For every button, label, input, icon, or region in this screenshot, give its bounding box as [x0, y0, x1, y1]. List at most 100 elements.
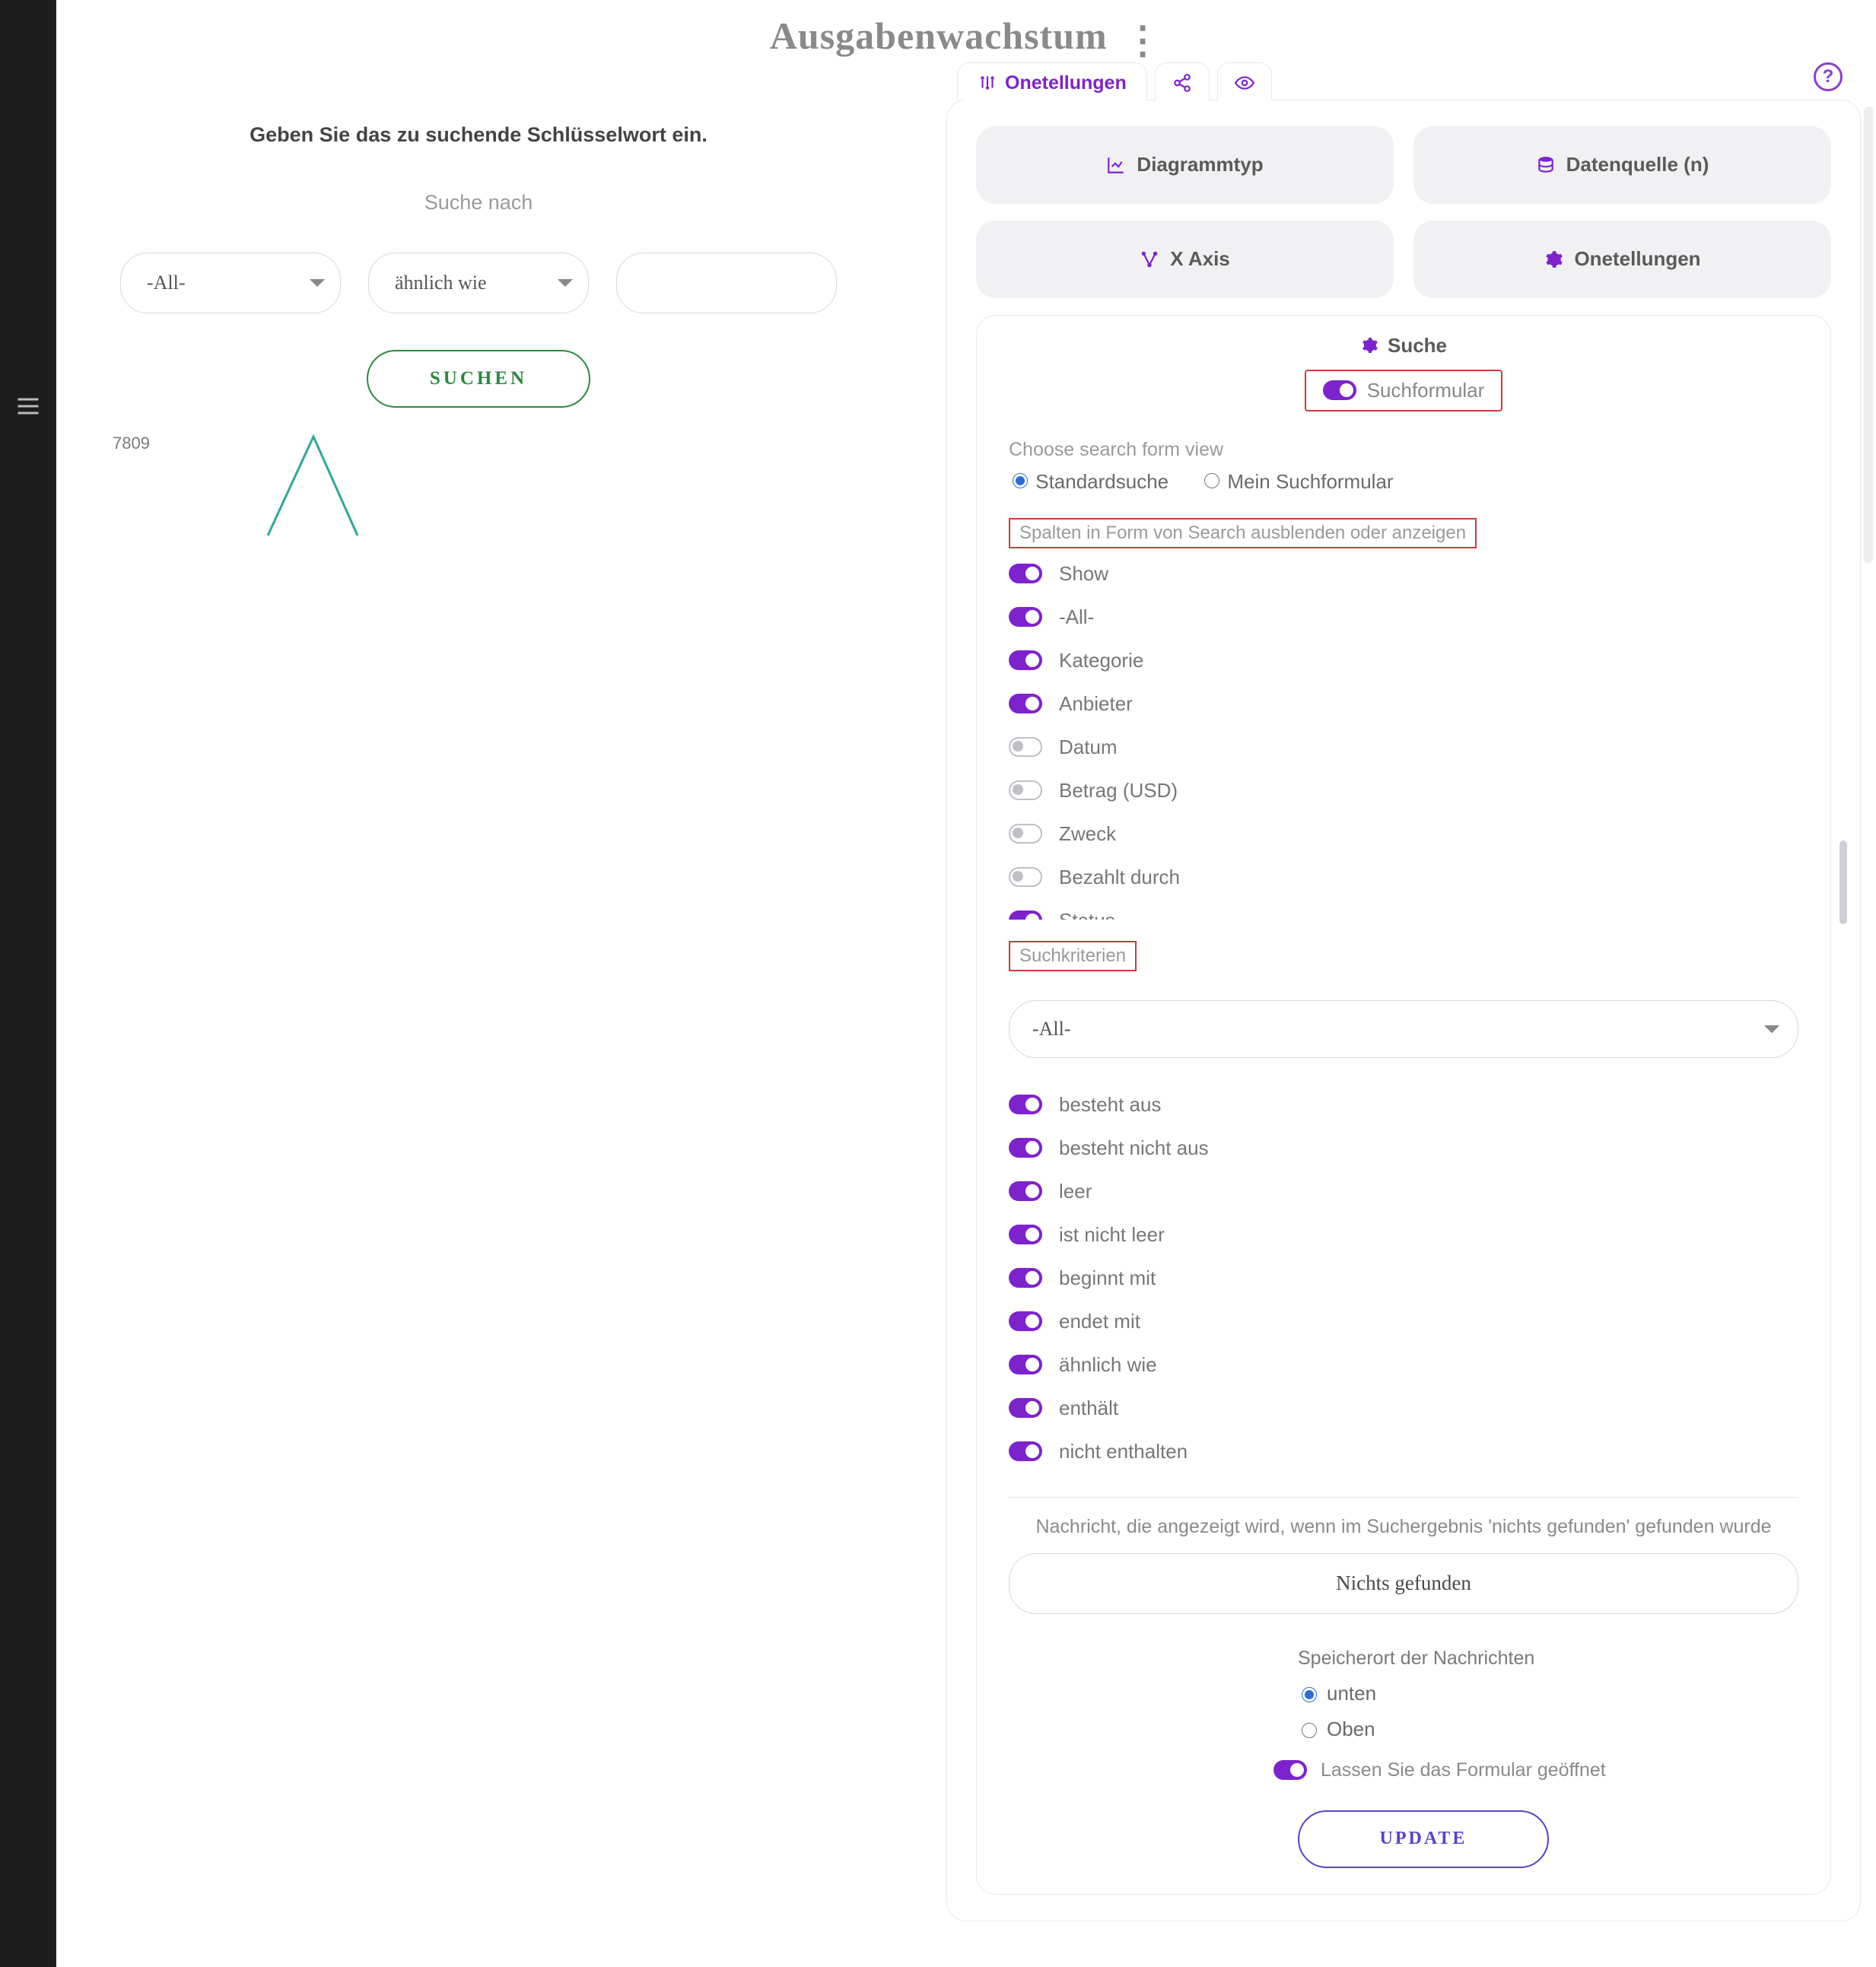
- line-chart-svg: [154, 429, 412, 543]
- toggle-icon: [1009, 1181, 1042, 1201]
- criteria-list: besteht aus besteht nicht aus leer ist nich…: [1009, 1093, 1798, 1463]
- columns-section-label: Spalten in Form von Search ausblenden od…: [1009, 518, 1477, 548]
- help-icon[interactable]: ?: [1814, 62, 1843, 91]
- toggle-icon: [1009, 564, 1042, 583]
- kebab-icon[interactable]: ⋮: [1124, 18, 1162, 62]
- radio-mine-label: Mein Suchformular: [1227, 470, 1393, 493]
- criteria-section-label: Suchkriterien: [1009, 941, 1137, 971]
- toggle-icon: [1009, 780, 1042, 800]
- toggle-label: besteht nicht aus: [1059, 1136, 1209, 1160]
- chart-type-label: Diagrammtyp: [1137, 153, 1263, 176]
- search-operator-select[interactable]: ähnlich wie: [368, 253, 589, 313]
- message-label: Nachricht, die angezeigt wird, wenn im S…: [1009, 1516, 1798, 1538]
- search-value-input[interactable]: [616, 253, 837, 313]
- radio-mine[interactable]: Mein Suchformular: [1200, 470, 1393, 494]
- keep-open-label: Lassen Sie das Formular geöffnet: [1321, 1759, 1606, 1781]
- toggle-row[interactable]: leer: [1009, 1180, 1798, 1203]
- divider: [1009, 1497, 1798, 1498]
- radio-standard-label: Standardsuche: [1035, 470, 1169, 493]
- toggle-row[interactable]: Zweck: [1009, 822, 1798, 846]
- menu-icon[interactable]: [14, 392, 42, 425]
- loc-bottom-label: unten: [1327, 1682, 1376, 1705]
- toggle-label: Kategorie: [1059, 649, 1143, 672]
- toggle-row[interactable]: Bezahlt durch: [1009, 866, 1798, 889]
- keep-open-toggle[interactable]: Lassen Sie das Formular geöffnet: [1273, 1759, 1798, 1781]
- toggle-icon: [1009, 650, 1042, 670]
- sliders-icon: [978, 73, 997, 93]
- toggle-row[interactable]: -All-: [1009, 605, 1798, 629]
- xaxis-label: X Axis: [1170, 247, 1230, 271]
- search-button[interactable]: SUCHEN: [367, 350, 590, 408]
- nothing-found-input[interactable]: [1009, 1553, 1798, 1614]
- search-form-toggle-chip[interactable]: Suchformular: [1305, 370, 1503, 412]
- radio-location-bottom[interactable]: unten: [1298, 1682, 1798, 1705]
- search-subtitle: Suche nach: [72, 191, 886, 214]
- chart-y-tick: 7809: [113, 434, 150, 453]
- toggle-icon: [1323, 380, 1356, 400]
- list-scrollbar[interactable]: [1839, 841, 1847, 924]
- toggle-row[interactable]: endet mit: [1009, 1310, 1798, 1333]
- toggle-label: Bezahlt durch: [1059, 866, 1180, 889]
- share-icon: [1172, 73, 1192, 93]
- toggle-row[interactable]: nicht enthalten: [1009, 1440, 1798, 1463]
- toggle-row[interactable]: besteht nicht aus: [1009, 1136, 1798, 1160]
- toggle-label: leer: [1059, 1180, 1092, 1203]
- toggle-label: endet mit: [1059, 1310, 1140, 1333]
- main: Ausgabenwachstum ⋮ ? Geben Sie das zu su…: [56, 0, 1876, 1967]
- page-title: Ausgabenwachstum ⋮: [56, 14, 1876, 62]
- toggle-icon: [1009, 910, 1042, 920]
- toggle-icon: [1009, 1095, 1042, 1114]
- criteria-select[interactable]: -All-: [1009, 1000, 1798, 1058]
- toggle-icon: [1273, 1760, 1307, 1780]
- radio-standard[interactable]: Standardsuche: [1009, 470, 1169, 494]
- columns-list: Show -All- Kategorie Anbieter Datum Betrag (U…: [1009, 562, 1798, 920]
- toggle-icon: [1009, 1398, 1042, 1418]
- toggle-label: Show: [1059, 562, 1108, 586]
- toggle-label: Zweck: [1059, 822, 1116, 846]
- toggle-row[interactable]: besteht aus: [1009, 1093, 1798, 1117]
- toggle-row[interactable]: Datum: [1009, 736, 1798, 759]
- toggle-row[interactable]: Status: [1009, 909, 1798, 920]
- toggle-row[interactable]: enthält: [1009, 1397, 1798, 1420]
- database-icon: [1536, 155, 1556, 175]
- search-card-title: Suche: [1388, 334, 1447, 357]
- toggle-icon: [1009, 694, 1042, 713]
- toggle-row[interactable]: Kategorie: [1009, 649, 1798, 672]
- toggle-row[interactable]: ist nicht leer: [1009, 1223, 1798, 1247]
- toggle-icon: [1009, 737, 1042, 757]
- chart-type-button[interactable]: Diagrammtyp: [976, 126, 1394, 204]
- toggle-row[interactable]: Anbieter: [1009, 692, 1798, 716]
- scrollbar[interactable]: [1864, 106, 1873, 563]
- toggle-label: Anbieter: [1059, 692, 1133, 716]
- xaxis-button[interactable]: X Axis: [976, 221, 1394, 298]
- toggle-icon: [1009, 1268, 1042, 1288]
- toggle-icon: [1009, 1138, 1042, 1158]
- toggle-label: ist nicht leer: [1059, 1223, 1165, 1247]
- toggle-row[interactable]: Show: [1009, 562, 1798, 586]
- tab-settings[interactable]: Onetellungen: [957, 62, 1147, 100]
- toggle-icon: [1009, 1225, 1042, 1244]
- tab-visibility[interactable]: [1217, 62, 1272, 100]
- search-settings-card: Suche Suchformular Choose search form vi…: [976, 315, 1831, 1895]
- toggle-label: Status: [1059, 909, 1115, 920]
- toggle-label: Betrag (USD): [1059, 779, 1178, 802]
- toggle-icon: [1009, 1355, 1042, 1374]
- update-button[interactable]: UPDATE: [1298, 1810, 1549, 1868]
- toggle-row[interactable]: Betrag (USD): [1009, 779, 1798, 802]
- datasource-button[interactable]: Datenquelle (n): [1413, 126, 1831, 204]
- settings-panel: Onetellungen Diagrammtyp D: [946, 62, 1861, 1921]
- settings-button[interactable]: Onetellungen: [1413, 221, 1831, 298]
- toggle-label: enthält: [1059, 1397, 1118, 1420]
- datasource-label: Datenquelle (n): [1566, 153, 1709, 176]
- chart-icon: [1106, 155, 1126, 175]
- eye-icon: [1235, 73, 1254, 93]
- toggle-label: -All-: [1059, 605, 1094, 629]
- gear-icon: [1360, 336, 1378, 354]
- search-field-select[interactable]: -All-: [120, 253, 341, 313]
- tab-share[interactable]: [1155, 62, 1210, 100]
- settings-label: Onetellungen: [1574, 247, 1700, 271]
- toggle-icon: [1009, 1311, 1042, 1331]
- toggle-row[interactable]: ähnlich wie: [1009, 1353, 1798, 1377]
- toggle-row[interactable]: beginnt mit: [1009, 1266, 1798, 1290]
- radio-location-top[interactable]: Oben: [1298, 1718, 1798, 1741]
